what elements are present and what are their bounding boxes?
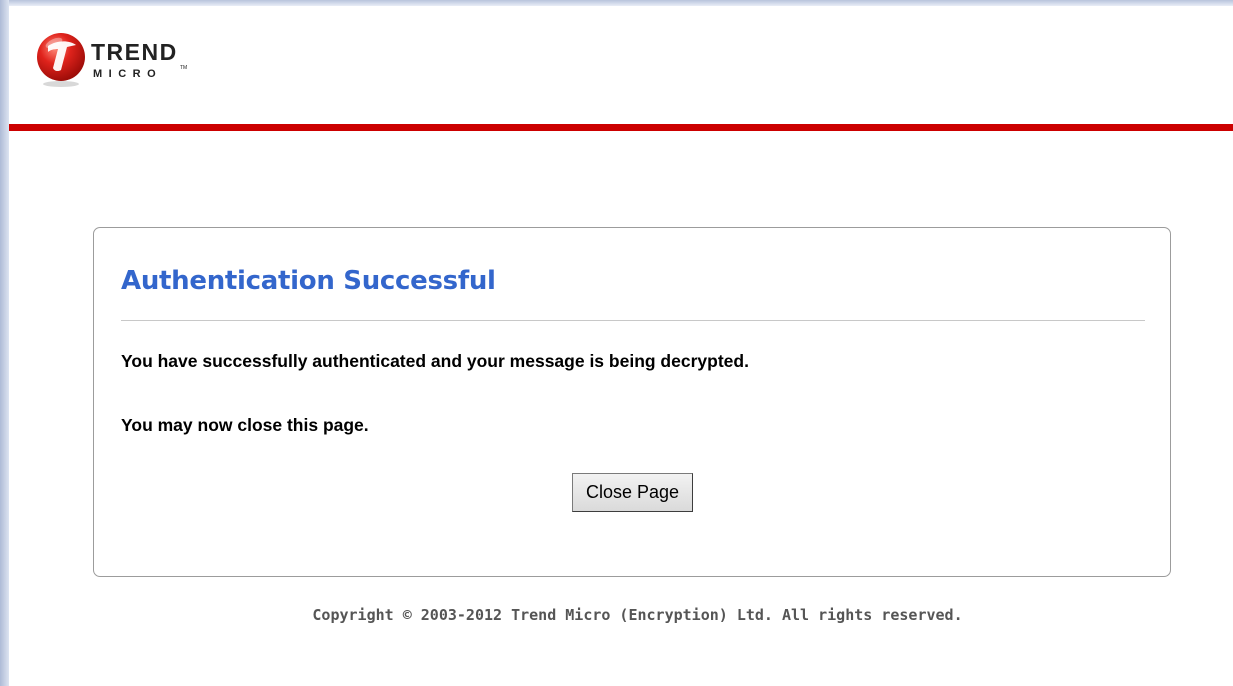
trend-micro-logo: TREND MICRO TM [37,26,197,90]
svg-text:MICRO: MICRO [93,68,162,80]
header-accent-rule [9,124,1233,131]
page-header: TREND MICRO TM [9,6,1233,124]
copyright-notice: Copyright © 2003-2012 Trend Micro (Encry… [312,606,963,624]
svg-text:TREND: TREND [91,39,178,65]
window-frame-left [0,0,9,686]
close-page-button[interactable]: Close Page [572,473,693,512]
auth-result-panel: Authentication Successful You have succe… [93,227,1171,577]
title-divider [121,320,1145,321]
page-title: Authentication Successful [121,266,496,296]
svg-text:TM: TM [180,65,187,71]
success-message: You have successfully authenticated and … [121,351,749,371]
trend-micro-logo-icon: TREND MICRO TM [37,33,187,87]
close-instruction: You may now close this page. [121,415,369,435]
